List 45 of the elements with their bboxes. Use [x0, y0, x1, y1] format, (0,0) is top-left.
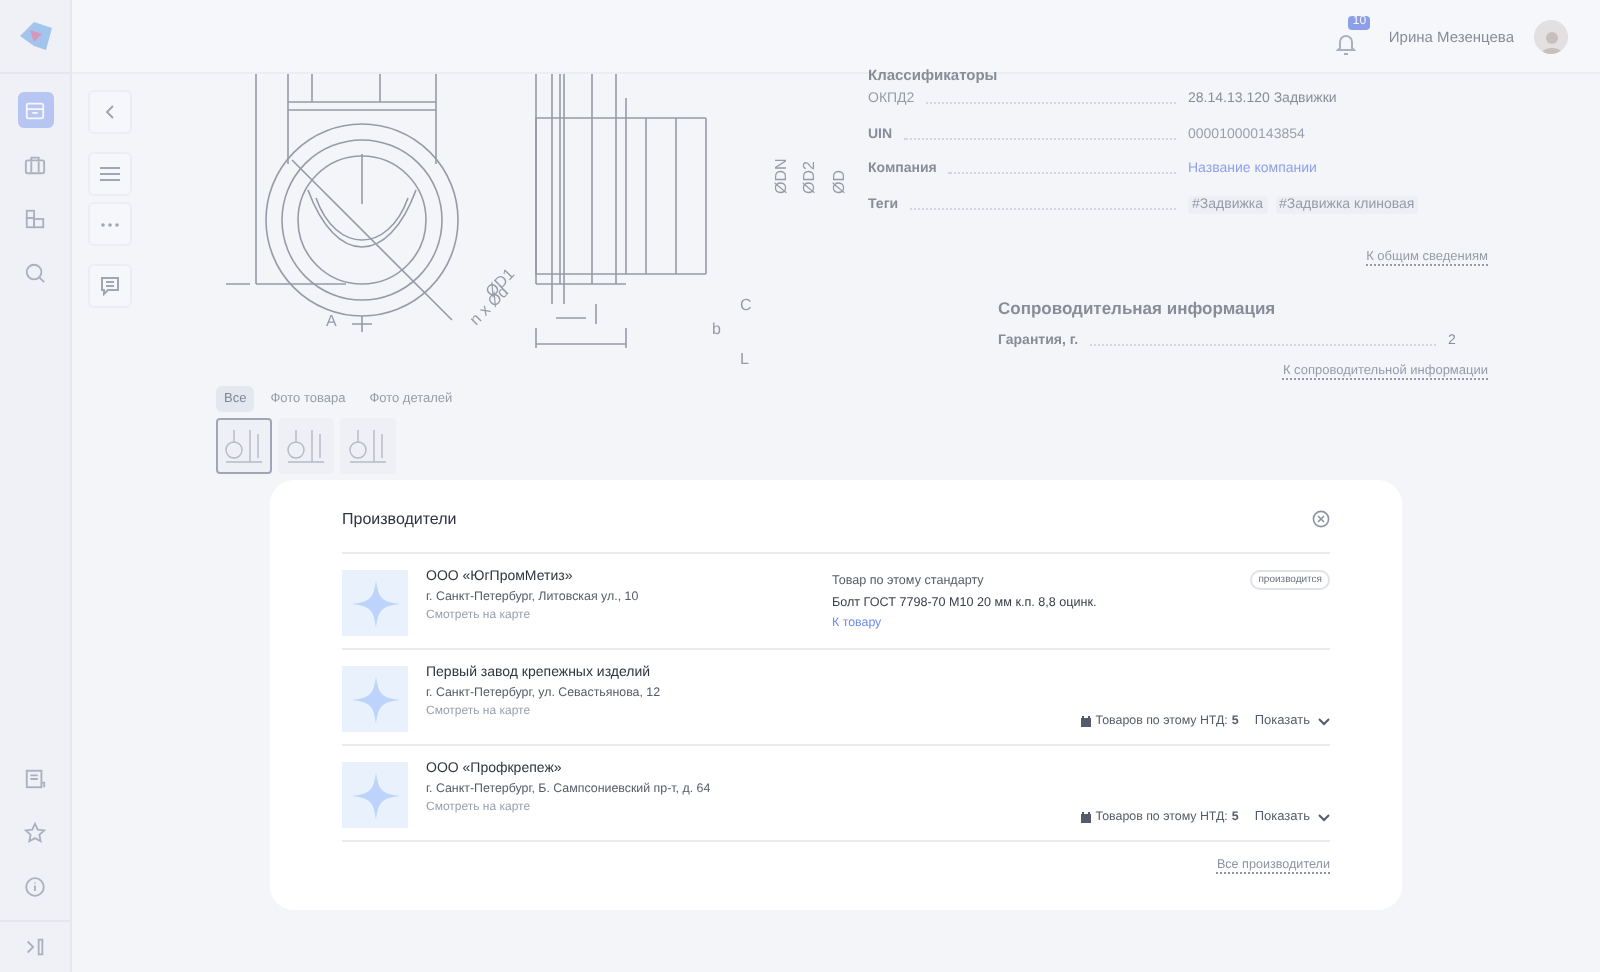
dimension-label: b [712, 320, 721, 338]
drawing-thumbnail[interactable] [340, 418, 396, 474]
placeholder-star-icon [351, 579, 399, 627]
close-icon [1312, 509, 1330, 527]
placeholder-star-icon [351, 675, 399, 723]
chevron-icon [1318, 717, 1330, 725]
drawing-thumbnail-image [222, 426, 266, 466]
logo-icon [17, 22, 53, 50]
drawing-thumbnail[interactable] [278, 418, 334, 474]
toolbar-button[interactable] [88, 152, 132, 196]
dialog-title: Производители [342, 509, 457, 527]
back-button[interactable] [88, 90, 132, 134]
more-icon [100, 221, 120, 227]
bell-icon [1336, 32, 1357, 56]
chevron-left-icon [102, 104, 118, 120]
chevron-icon [1318, 813, 1330, 821]
drawing-thumbnail[interactable] [216, 418, 272, 474]
menu-icon [100, 166, 120, 182]
person-silhouette-icon [1541, 29, 1561, 53]
close-button[interactable] [1312, 509, 1330, 527]
sidebar-item[interactable] [17, 92, 53, 128]
inbox-icon [24, 99, 46, 121]
toolbar-button[interactable] [88, 202, 132, 246]
toolbar-button[interactable] [88, 264, 132, 308]
search-icon [24, 261, 46, 283]
info-icon [24, 875, 46, 897]
user-avatar[interactable] [1534, 19, 1568, 53]
box-icon [1079, 811, 1092, 823]
drawing-thumbnail-image [284, 426, 328, 466]
drawing-thumbnail-image [346, 426, 390, 466]
briefcase-icon [24, 153, 46, 175]
dimension-label: ØDN [772, 158, 790, 194]
buildings-icon [24, 207, 46, 229]
document-icon [24, 767, 46, 789]
comment-icon [100, 276, 120, 296]
dimension-label: A [326, 312, 337, 330]
star-icon [24, 821, 46, 843]
section-title: Сопроводительная информация [998, 298, 1278, 318]
dimension-label: L [740, 350, 749, 368]
dimension-label: C [740, 296, 752, 314]
placeholder-star-icon [351, 771, 399, 819]
expand-sidebar-icon [24, 936, 46, 958]
dimension-label: ØD [830, 170, 848, 194]
dimension-label: ØD2 [800, 161, 818, 194]
box-icon [1079, 715, 1092, 727]
